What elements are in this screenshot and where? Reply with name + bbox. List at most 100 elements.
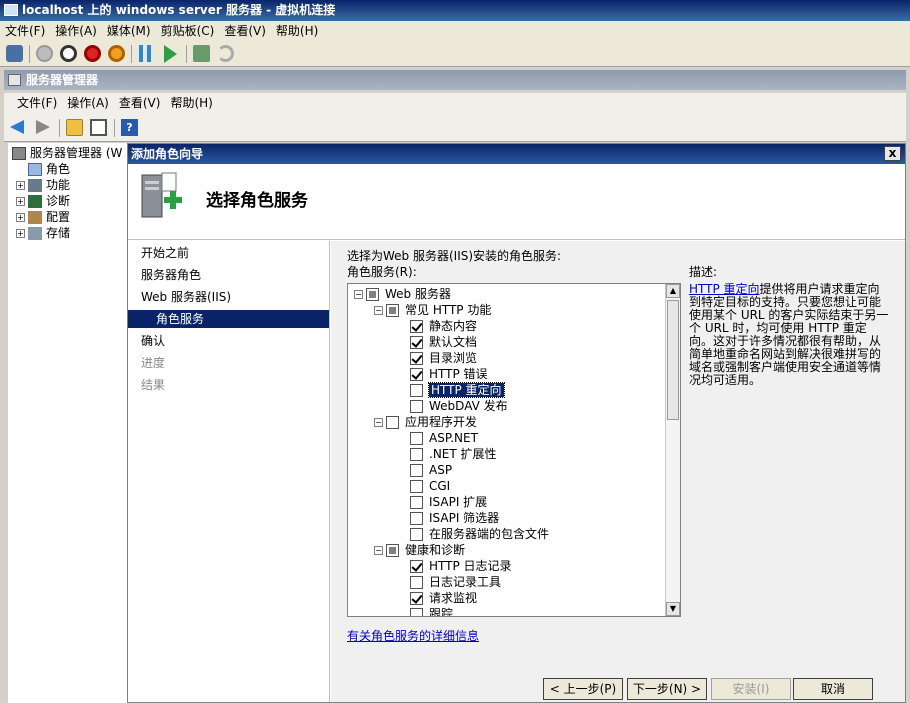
role-service-checkbox[interactable]	[410, 528, 423, 541]
description-panel: HTTP 重定向提供将用户请求重定向到特定目标的支持。只要您想让可能使用某个 U…	[689, 283, 889, 387]
pause-icon[interactable]	[139, 45, 151, 62]
tree-item-label: 服务器管理器 (W	[30, 146, 123, 160]
back-arrow-icon[interactable]	[10, 120, 24, 134]
role-service-item[interactable]: ISAPI 筛选器	[410, 510, 499, 526]
scroll-up-icon[interactable]: ▲	[666, 284, 680, 298]
forward-arrow-icon[interactable]	[36, 120, 50, 134]
role-service-checkbox[interactable]	[410, 432, 423, 445]
role-service-item[interactable]: 在服务器端的包含文件	[410, 526, 549, 542]
tree-item-roles[interactable]: 角色	[28, 161, 70, 177]
step-results: 结果	[141, 378, 166, 392]
role-service-checkbox[interactable]	[410, 400, 423, 413]
role-service-item[interactable]: − 应用程序开发	[374, 414, 477, 430]
role-services-list[interactable]: − Web 服务器 − 常见 HTTP 功能 静态内容 默认文档 目录浏览 HTTP 错误 HT…	[347, 283, 681, 617]
role-service-checkbox[interactable]	[386, 544, 399, 557]
role-service-item[interactable]: HTTP 重定向	[410, 382, 505, 398]
help-icon[interactable]: ?	[121, 119, 138, 136]
scroll-down-icon[interactable]: ▼	[666, 602, 680, 616]
vm-menu-media[interactable]: 媒体(M)	[102, 21, 156, 41]
collapse-icon[interactable]: −	[374, 546, 383, 555]
vm-menu-clipboard[interactable]: 剪贴板(C)	[156, 21, 220, 41]
role-service-item[interactable]: − Web 服务器	[354, 286, 451, 302]
save-state-icon[interactable]	[108, 45, 125, 62]
role-service-checkbox[interactable]	[410, 576, 423, 589]
vm-menu-help[interactable]: 帮助(H)	[271, 21, 323, 41]
role-service-item[interactable]: 跟踪	[410, 606, 453, 616]
tree-item-diagnostics[interactable]: + 诊断	[16, 193, 70, 209]
role-service-checkbox[interactable]	[410, 560, 423, 573]
sm-menu-action[interactable]: 操作(A)	[62, 93, 114, 114]
role-service-item[interactable]: − 健康和诊断	[374, 542, 465, 558]
role-service-item[interactable]: WebDAV 发布	[410, 398, 508, 414]
sm-menu-help[interactable]: 帮助(H)	[165, 93, 217, 114]
role-service-checkbox[interactable]	[410, 448, 423, 461]
role-service-item[interactable]: 日志记录工具	[410, 574, 501, 590]
expand-icon[interactable]: +	[16, 197, 25, 206]
role-service-checkbox[interactable]	[386, 416, 399, 429]
turnoff-icon[interactable]	[60, 45, 77, 62]
vm-menu-action[interactable]: 操作(A)	[50, 21, 102, 41]
ctrl-alt-del-icon[interactable]	[6, 45, 23, 62]
sm-menu-file[interactable]: 文件(F)	[12, 93, 62, 114]
back-button[interactable]: < 上一步(P)	[543, 678, 623, 700]
collapse-icon[interactable]: −	[354, 290, 363, 299]
expand-icon[interactable]: +	[16, 229, 25, 238]
role-service-item[interactable]: 默认文档	[410, 334, 477, 350]
tree-item-configuration[interactable]: + 配置	[16, 209, 70, 225]
role-service-item[interactable]: HTTP 日志记录	[410, 558, 512, 574]
role-service-item[interactable]: CGI	[410, 478, 450, 494]
up-folder-icon[interactable]	[66, 119, 83, 136]
step-role-services[interactable]: 角色服务	[128, 310, 329, 328]
cancel-button[interactable]: 取消	[793, 678, 873, 700]
role-service-item[interactable]: HTTP 错误	[410, 366, 488, 382]
step-web-server-iis[interactable]: Web 服务器(IIS)	[141, 287, 231, 307]
role-service-checkbox[interactable]	[410, 496, 423, 509]
role-service-checkbox[interactable]	[386, 304, 399, 317]
close-button[interactable]: x	[884, 146, 901, 161]
scrollbar-thumb[interactable]	[667, 300, 679, 420]
start-icon[interactable]	[36, 45, 53, 62]
description-link[interactable]: HTTP 重定向	[689, 282, 760, 296]
role-service-checkbox[interactable]	[410, 336, 423, 349]
resume-icon[interactable]	[164, 45, 177, 63]
vm-menu-file[interactable]: 文件(F)	[0, 21, 50, 41]
tree-item-storage[interactable]: + 存储	[16, 225, 70, 241]
role-service-item[interactable]: ISAPI 扩展	[410, 494, 487, 510]
vm-menu-view[interactable]: 查看(V)	[219, 21, 271, 41]
collapse-icon[interactable]: −	[374, 306, 383, 315]
role-service-item[interactable]: − 常见 HTTP 功能	[374, 302, 491, 318]
sm-menu-view[interactable]: 查看(V)	[114, 93, 166, 114]
expand-icon[interactable]: +	[16, 181, 25, 190]
role-service-checkbox[interactable]	[410, 480, 423, 493]
role-service-item[interactable]: 请求监视	[410, 590, 477, 606]
role-list-scrollbar[interactable]: ▲ ▼	[665, 284, 680, 616]
step-server-roles[interactable]: 服务器角色	[141, 265, 201, 285]
expand-icon[interactable]: +	[16, 213, 25, 222]
role-service-checkbox[interactable]	[410, 320, 423, 333]
role-service-checkbox[interactable]	[410, 352, 423, 365]
tree-item-server-manager[interactable]: 服务器管理器 (W	[12, 145, 122, 161]
more-info-link[interactable]: 有关角色服务的详细信息	[347, 627, 479, 644]
role-service-checkbox[interactable]	[410, 368, 423, 381]
next-button[interactable]: 下一步(N) >	[627, 678, 707, 700]
tree-item-features[interactable]: + 功能	[16, 177, 70, 193]
role-service-item[interactable]: 静态内容	[410, 318, 477, 334]
role-service-item[interactable]: ASP	[410, 462, 452, 478]
role-service-item[interactable]: 目录浏览	[410, 350, 477, 366]
role-service-checkbox[interactable]	[410, 384, 423, 397]
snapshot-icon[interactable]	[193, 45, 210, 62]
revert-icon[interactable]	[217, 45, 234, 62]
role-service-checkbox[interactable]	[410, 608, 423, 616]
show-hide-tree-icon[interactable]	[90, 119, 107, 136]
role-service-checkbox[interactable]	[410, 592, 423, 605]
role-service-checkbox[interactable]	[410, 464, 423, 477]
role-service-item[interactable]: ASP.NET	[410, 430, 478, 446]
role-service-checkbox[interactable]	[410, 512, 423, 525]
role-service-item[interactable]: .NET 扩展性	[410, 446, 497, 462]
role-service-checkbox[interactable]	[366, 288, 379, 301]
server-icon	[12, 147, 26, 160]
step-before-you-begin[interactable]: 开始之前	[141, 243, 189, 263]
step-confirmation[interactable]: 确认	[141, 331, 165, 351]
collapse-icon[interactable]: −	[374, 418, 383, 427]
shutdown-icon[interactable]	[84, 45, 101, 62]
